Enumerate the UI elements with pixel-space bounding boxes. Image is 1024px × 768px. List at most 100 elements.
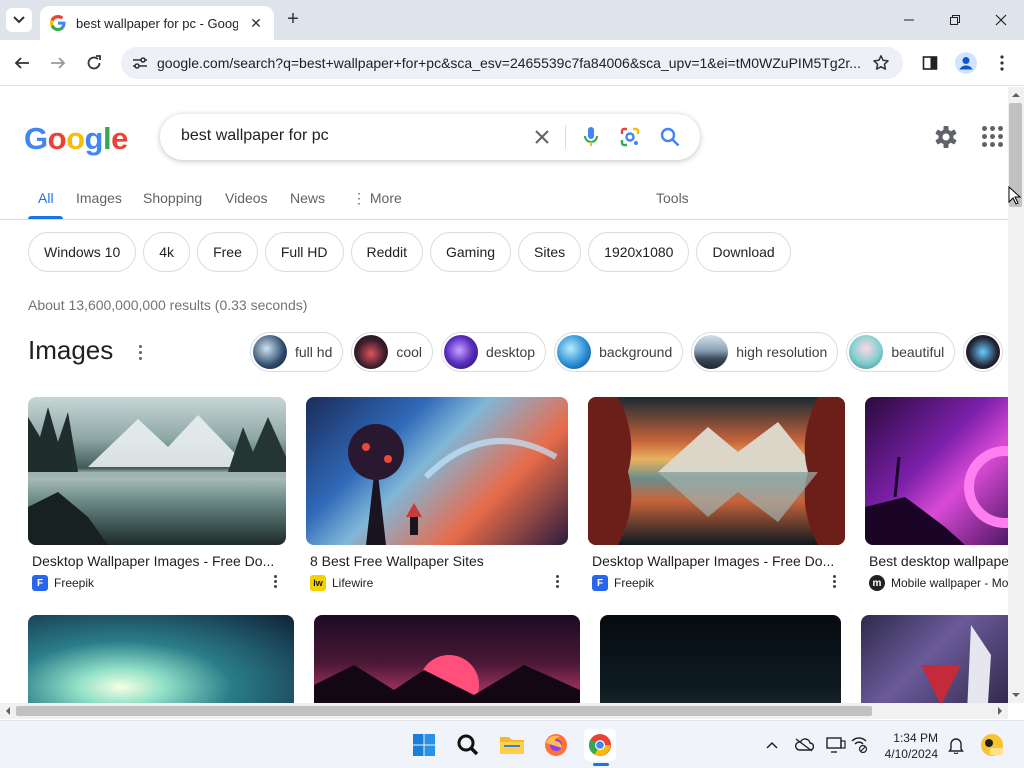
- start-button[interactable]: [408, 729, 440, 761]
- refine-chip[interactable]: Full HD: [264, 232, 344, 272]
- refine-chip[interactable]: Reddit: [350, 232, 423, 272]
- image-thumbnail[interactable]: [861, 615, 1008, 703]
- firefox-button[interactable]: [540, 729, 572, 761]
- search-icon: [660, 127, 680, 147]
- image-result[interactable]: Best desktop wallpape m Mobile wallpaper…: [865, 397, 1008, 591]
- image-chip[interactable]: cool: [351, 332, 434, 372]
- image-source[interactable]: m Mobile wallpaper - Mo: [869, 575, 1008, 591]
- image-suggestion-chips: full hd cool desktop background high res…: [250, 332, 1004, 372]
- more-options-button[interactable]: [554, 573, 560, 589]
- refine-chip[interactable]: Gaming: [430, 232, 512, 272]
- close-tab-icon[interactable]: ✕: [248, 15, 264, 32]
- refine-chips: Windows 10 4k Free Full HD Reddit Gaming…: [28, 232, 791, 272]
- more-options-button[interactable]: [831, 573, 837, 589]
- image-title[interactable]: Desktop Wallpaper Images - Free Do...: [32, 553, 286, 569]
- tab-search-button[interactable]: [6, 8, 32, 32]
- chrome-taskbar-button[interactable]: [584, 729, 616, 761]
- image-source[interactable]: F Freepik: [592, 575, 845, 591]
- minimize-button[interactable]: [897, 8, 921, 32]
- tab-shopping[interactable]: Shopping: [143, 190, 202, 206]
- source-name: Mobile wallpaper - Mo: [891, 576, 1008, 590]
- reflection-illustration: [588, 397, 845, 545]
- display-button[interactable]: [826, 735, 846, 755]
- back-button[interactable]: [10, 51, 34, 75]
- anime-illustration: [921, 625, 991, 703]
- search-button[interactable]: [658, 125, 682, 149]
- image-chip[interactable]: desktop: [441, 332, 547, 372]
- copilot-button[interactable]: [980, 733, 1004, 757]
- search-box[interactable]: best wallpaper for pc: [160, 114, 700, 160]
- profile-button[interactable]: [954, 51, 978, 75]
- network-volume-button[interactable]: [850, 735, 870, 755]
- file-explorer-button[interactable]: [496, 729, 528, 761]
- image-chip[interactable]: beautiful: [846, 332, 956, 372]
- tab-news[interactable]: News: [290, 190, 325, 206]
- image-thumbnail[interactable]: [28, 397, 286, 545]
- image-title[interactable]: 8 Best Free Wallpaper Sites: [310, 553, 568, 569]
- image-chip[interactable]: high resolution: [691, 332, 839, 372]
- image-chip[interactable]: background: [554, 332, 684, 372]
- close-window-button[interactable]: [989, 8, 1013, 32]
- refine-chip[interactable]: Sites: [518, 232, 582, 272]
- search-input[interactable]: best wallpaper for pc: [181, 127, 329, 145]
- image-source[interactable]: lw Lifewire: [310, 575, 568, 591]
- logo-letter: g: [84, 121, 104, 156]
- voice-search-button[interactable]: [579, 125, 603, 149]
- image-result[interactable]: 8 Best Free Wallpaper Sites lw Lifewire: [306, 397, 568, 591]
- image-result[interactable]: Desktop Wallpaper Images - Free Do... F …: [588, 397, 845, 591]
- site-info-button[interactable]: [125, 48, 155, 78]
- chip-thumbnail: [694, 335, 729, 369]
- lens-icon: [620, 127, 640, 147]
- tab-all[interactable]: All: [38, 190, 54, 206]
- chrome-menu-button[interactable]: [990, 51, 1014, 75]
- system-clock[interactable]: 1:34 PM 4/10/2024: [878, 730, 938, 762]
- image-result[interactable]: [861, 615, 1008, 703]
- image-thumbnail[interactable]: [28, 615, 294, 703]
- image-result[interactable]: [600, 615, 841, 703]
- notifications-button[interactable]: [946, 735, 966, 755]
- show-hidden-icons-button[interactable]: [762, 735, 782, 755]
- image-thumbnail[interactable]: [314, 615, 580, 703]
- google-logo[interactable]: Google: [24, 121, 128, 157]
- image-result[interactable]: [28, 615, 294, 703]
- image-result[interactable]: Desktop Wallpaper Images - Free Do... F …: [28, 397, 286, 591]
- settings-button[interactable]: [933, 124, 959, 150]
- image-thumbnail[interactable]: [306, 397, 568, 545]
- onedrive-button[interactable]: [794, 735, 814, 755]
- refine-chip[interactable]: Windows 10: [28, 232, 137, 272]
- scroll-up-icon: [1012, 93, 1020, 97]
- horizontal-scroll-thumb[interactable]: [16, 706, 872, 716]
- image-title[interactable]: Desktop Wallpaper Images - Free Do...: [592, 553, 845, 569]
- side-panel-button[interactable]: [918, 51, 942, 75]
- image-result[interactable]: [314, 615, 580, 703]
- clear-search-button[interactable]: [530, 125, 554, 149]
- image-chip[interactable]: full hd: [250, 332, 344, 372]
- refine-chip[interactable]: 4k: [143, 232, 191, 272]
- image-thumbnail[interactable]: [600, 615, 841, 703]
- image-thumbnail[interactable]: [588, 397, 845, 545]
- tab-videos[interactable]: Videos: [225, 190, 268, 206]
- tab-more[interactable]: ⋮ More: [352, 190, 402, 207]
- restore-button[interactable]: [943, 8, 967, 32]
- new-tab-button[interactable]: +: [282, 8, 304, 30]
- image-source[interactable]: F Freepik: [32, 575, 286, 591]
- refine-chip[interactable]: 1920x1080: [588, 232, 690, 272]
- reload-button[interactable]: [82, 51, 106, 75]
- bookmark-button[interactable]: [871, 53, 891, 73]
- image-thumbnail[interactable]: [865, 397, 1008, 545]
- lens-search-button[interactable]: [618, 125, 642, 149]
- refine-chip[interactable]: Download: [696, 232, 791, 272]
- active-tab[interactable]: best wallpaper for pc - Google ✕: [40, 6, 274, 40]
- image-title[interactable]: Best desktop wallpape: [869, 553, 1008, 569]
- google-apps-button[interactable]: [980, 124, 1004, 148]
- more-options-button[interactable]: [272, 573, 278, 589]
- windows-logo-icon: [413, 734, 435, 756]
- tab-images[interactable]: Images: [76, 190, 122, 206]
- tab-tools[interactable]: Tools: [656, 190, 689, 206]
- refine-chip[interactable]: Free: [197, 232, 258, 272]
- forward-button[interactable]: [46, 51, 70, 75]
- images-more-button[interactable]: [134, 345, 146, 363]
- taskbar-search-button[interactable]: [452, 729, 484, 761]
- image-chip[interactable]: [963, 332, 1004, 372]
- address-bar[interactable]: google.com/search?q=best+wallpaper+for+p…: [121, 47, 903, 79]
